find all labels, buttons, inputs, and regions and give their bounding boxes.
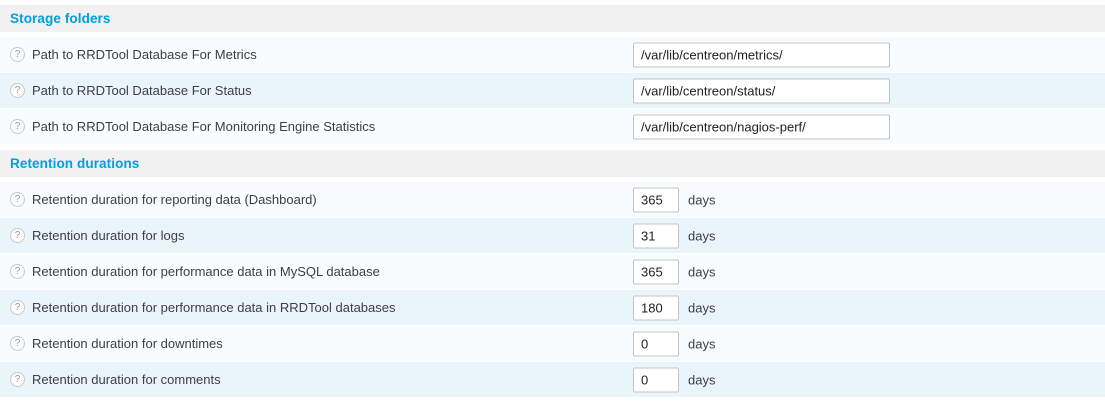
- path-input[interactable]: [633, 114, 890, 139]
- path-input[interactable]: [633, 78, 890, 103]
- number-input[interactable]: [633, 223, 679, 248]
- number-input[interactable]: [633, 295, 679, 320]
- form-row: ? Retention duration for reporting data …: [0, 182, 1105, 218]
- section-header: Retention durations: [0, 150, 1105, 177]
- number-input[interactable]: [633, 187, 679, 212]
- number-input[interactable]: [633, 331, 679, 356]
- field-control: days: [633, 295, 715, 320]
- number-input[interactable]: [633, 367, 679, 392]
- unit-suffix: days: [688, 372, 715, 387]
- field-label: Retention duration for performance data …: [32, 300, 396, 315]
- help-icon[interactable]: ?: [10, 192, 25, 207]
- field-control: days: [633, 259, 715, 284]
- unit-suffix: days: [688, 264, 715, 279]
- form-row: ? Retention duration for logs days: [0, 218, 1105, 254]
- path-input[interactable]: [633, 42, 890, 67]
- unit-suffix: days: [688, 192, 715, 207]
- field-control: days: [633, 223, 715, 248]
- help-icon[interactable]: ?: [10, 336, 25, 351]
- field-label: Path to RRDTool Database For Metrics: [32, 47, 257, 62]
- section-header: Storage folders: [0, 5, 1105, 32]
- unit-suffix: days: [688, 300, 715, 315]
- field-label: Retention duration for comments: [32, 372, 221, 387]
- field-label: Path to RRDTool Database For Monitoring …: [32, 119, 375, 134]
- settings-section: Retention durations ? Retention duration…: [0, 150, 1105, 398]
- form-row: ? Path to RRDTool Database For Status: [0, 73, 1105, 109]
- field-control: [633, 42, 890, 67]
- field-control: days: [633, 331, 715, 356]
- unit-suffix: days: [688, 336, 715, 351]
- form-row: ? Path to RRDTool Database For Metrics: [0, 37, 1105, 73]
- unit-suffix: days: [688, 228, 715, 243]
- field-label: Retention duration for performance data …: [32, 264, 380, 279]
- form-row: ? Path to RRDTool Database For Monitorin…: [0, 109, 1105, 145]
- section-rows: ? Retention duration for reporting data …: [0, 182, 1105, 398]
- field-control: days: [633, 187, 715, 212]
- field-label: Retention duration for downtimes: [32, 336, 223, 351]
- settings-section: Storage folders ? Path to RRDTool Databa…: [0, 5, 1105, 145]
- field-control: [633, 114, 890, 139]
- help-icon[interactable]: ?: [10, 372, 25, 387]
- field-control: days: [633, 367, 715, 392]
- field-label: Retention duration for logs: [32, 228, 184, 243]
- form-row: ? Retention duration for performance dat…: [0, 290, 1105, 326]
- section-title: Retention durations: [10, 156, 139, 171]
- form-row: ? Retention duration for downtimes days: [0, 326, 1105, 362]
- field-control: [633, 78, 890, 103]
- storage-settings-panel: Storage folders ? Path to RRDTool Databa…: [0, 0, 1105, 402]
- help-icon[interactable]: ?: [10, 83, 25, 98]
- form-row: ? Retention duration for comments days: [0, 362, 1105, 398]
- help-icon[interactable]: ?: [10, 300, 25, 315]
- help-icon[interactable]: ?: [10, 119, 25, 134]
- help-icon[interactable]: ?: [10, 264, 25, 279]
- form-row: ? Retention duration for performance dat…: [0, 254, 1105, 290]
- section-rows: ? Path to RRDTool Database For Metrics ?…: [0, 37, 1105, 145]
- help-icon[interactable]: ?: [10, 47, 25, 62]
- field-label: Retention duration for reporting data (D…: [32, 192, 317, 207]
- number-input[interactable]: [633, 259, 679, 284]
- help-icon[interactable]: ?: [10, 228, 25, 243]
- section-title: Storage folders: [10, 11, 111, 26]
- field-label: Path to RRDTool Database For Status: [32, 83, 252, 98]
